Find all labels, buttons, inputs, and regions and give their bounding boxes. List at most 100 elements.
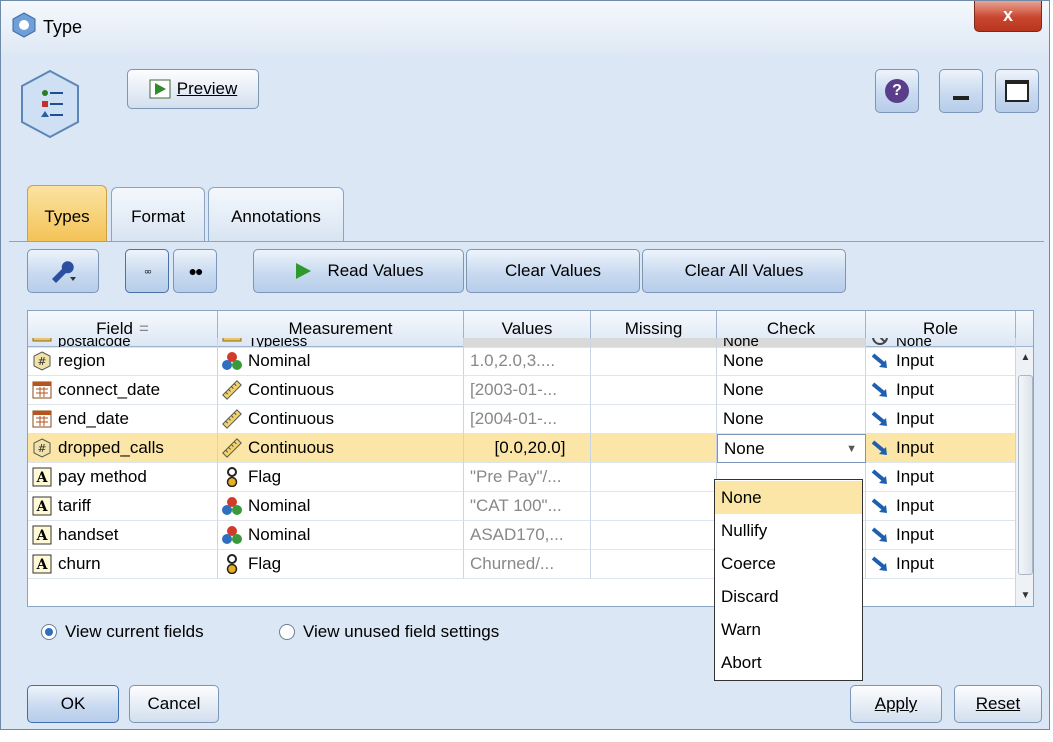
- dropdown-arrow-icon[interactable]: ▼: [846, 443, 857, 455]
- tab-annotations[interactable]: Annotations: [208, 187, 344, 241]
- scroll-up-arrow-icon[interactable]: ▲: [1017, 349, 1033, 366]
- cell-measurement[interactable]: Continuous: [218, 434, 464, 463]
- role-text: Input: [896, 409, 934, 428]
- cell-missing[interactable]: [591, 376, 717, 405]
- radio-view-unused-settings[interactable]: View unused field settings: [279, 622, 499, 642]
- dropdown-option-none[interactable]: None: [715, 481, 862, 514]
- cell-measurement[interactable]: Nominal: [218, 492, 464, 521]
- field-text: churn: [58, 554, 101, 573]
- cell-role[interactable]: Input: [866, 376, 1016, 405]
- cell-role[interactable]: Input: [866, 550, 1016, 579]
- tab-types[interactable]: Types: [27, 185, 107, 241]
- table-row[interactable]: end_date Continuous [2004-01-... None Input: [28, 405, 1016, 434]
- cell-role[interactable]: Input: [866, 405, 1016, 434]
- maximize-button[interactable]: [995, 69, 1039, 113]
- maximize-icon: [1005, 80, 1029, 102]
- flag-icon: [222, 554, 242, 575]
- cell-field: end_date: [28, 405, 218, 434]
- field-text: dropped_calls: [58, 438, 164, 457]
- values-text: [0.0,20.0]: [494, 438, 566, 457]
- cell-check[interactable]: None: [717, 405, 866, 434]
- cell-missing[interactable]: [591, 463, 717, 492]
- table-row[interactable]: # region Nominal 1.0,2.0,3.... None Input: [28, 347, 1016, 376]
- clear-all-values-button[interactable]: Clear All Values: [642, 249, 846, 293]
- read-values-button[interactable]: Read Values: [253, 249, 464, 293]
- cell-role[interactable]: Input: [866, 347, 1016, 376]
- dropdown-option-warn[interactable]: Warn: [715, 613, 862, 646]
- measurement-text: Nominal: [248, 351, 311, 370]
- cell-measurement[interactable]: Flag: [218, 463, 464, 492]
- cell-measurement[interactable]: Continuous: [218, 376, 464, 405]
- cell-measurement[interactable]: Flag: [218, 550, 464, 579]
- nominal-icon: [222, 525, 242, 545]
- field-text: region: [58, 351, 106, 370]
- dropdown-option-abort[interactable]: Abort: [715, 646, 862, 679]
- view-settings-toggle-off[interactable]: ●●: [173, 249, 217, 293]
- vertical-scrollbar[interactable]: ▲ ▼: [1015, 347, 1033, 606]
- cell-values: "CAT 100"...: [464, 492, 591, 521]
- cell-missing[interactable]: [591, 521, 717, 550]
- string-icon: A: [32, 496, 52, 516]
- dropdown-option-coerce[interactable]: Coerce: [715, 547, 862, 580]
- cell-measurement[interactable]: Nominal: [218, 347, 464, 376]
- cell-role[interactable]: Input: [866, 434, 1016, 463]
- input-arrow-icon: [870, 351, 890, 371]
- type-node-hexagon-icon: [21, 69, 79, 139]
- tools-menu-button[interactable]: [27, 249, 99, 293]
- cell-check[interactable]: None: [717, 347, 866, 376]
- preview-button[interactable]: Preview: [127, 69, 259, 109]
- reset-button[interactable]: Reset: [954, 685, 1042, 723]
- close-button[interactable]: x: [974, 1, 1042, 32]
- tab-format[interactable]: Format: [111, 187, 205, 241]
- none-role-icon: [870, 338, 890, 347]
- check-text: None: [723, 351, 764, 370]
- cell-role[interactable]: Input: [866, 521, 1016, 550]
- table-row[interactable]: Ahandset Nominal ASAD170,... Input: [28, 521, 1016, 550]
- help-button[interactable]: ?: [875, 69, 919, 113]
- cell-values: 1.0,2.0,3....: [464, 347, 591, 376]
- table-row[interactable]: Apay method Flag "Pre Pay"/... Input: [28, 463, 1016, 492]
- ok-button[interactable]: OK: [27, 685, 119, 723]
- scroll-down-arrow-icon[interactable]: ▼: [1017, 587, 1033, 604]
- preview-icon: [149, 79, 171, 99]
- preview-label: Preview: [176, 79, 238, 98]
- apply-button[interactable]: Apply: [850, 685, 942, 723]
- input-arrow-icon: [870, 554, 890, 574]
- cancel-button[interactable]: Cancel: [129, 685, 219, 723]
- table-row[interactable]: Atariff Nominal "CAT 100"... Input: [28, 492, 1016, 521]
- table-row[interactable]: # dropped_calls Continuous [0.0,20.0] None ▼ I…: [28, 434, 1016, 463]
- cell-values: Churned/...: [464, 550, 591, 579]
- view-settings-toggle-on[interactable]: ◦◦: [125, 249, 169, 293]
- cell-missing[interactable]: [591, 492, 717, 521]
- cell-check[interactable]: None: [717, 376, 866, 405]
- flag-icon: [222, 467, 242, 488]
- check-combobox[interactable]: None ▼: [717, 434, 866, 463]
- glasses-dark-icon: ●●: [188, 263, 204, 279]
- cell-missing[interactable]: [591, 434, 717, 463]
- cell-role[interactable]: Input: [866, 492, 1016, 521]
- table-row[interactable]: connect_date Continuous [2003-01-... None In…: [28, 376, 1016, 405]
- radio-view-current-fields[interactable]: View current fields: [41, 622, 204, 642]
- input-arrow-icon: [870, 525, 890, 545]
- cell-role[interactable]: Input: [866, 463, 1016, 492]
- cell-missing[interactable]: [591, 405, 717, 434]
- cell-measurement[interactable]: Nominal: [218, 521, 464, 550]
- nominal-icon: [222, 351, 242, 371]
- radio-selected-icon: [41, 624, 57, 640]
- input-arrow-icon: [870, 438, 890, 458]
- scrollbar-thumb[interactable]: [1018, 375, 1033, 575]
- table-row[interactable]: Achurn Flag Churned/... Input: [28, 550, 1016, 579]
- dropdown-option-discard[interactable]: Discard: [715, 580, 862, 613]
- date-icon: [32, 409, 52, 429]
- cell-missing[interactable]: [591, 347, 717, 376]
- clear-values-button[interactable]: Clear Values: [466, 249, 640, 293]
- cell-measurement[interactable]: Continuous: [218, 405, 464, 434]
- cell-values: [0.0,20.0]: [464, 434, 591, 463]
- cell-missing[interactable]: [591, 550, 717, 579]
- apply-label: Apply: [874, 694, 918, 713]
- title-bar[interactable]: Type x: [1, 1, 1049, 53]
- minimize-button[interactable]: [939, 69, 983, 113]
- tab-panel-border: [9, 241, 1044, 242]
- input-arrow-icon: [870, 467, 890, 487]
- dropdown-option-nullify[interactable]: Nullify: [715, 514, 862, 547]
